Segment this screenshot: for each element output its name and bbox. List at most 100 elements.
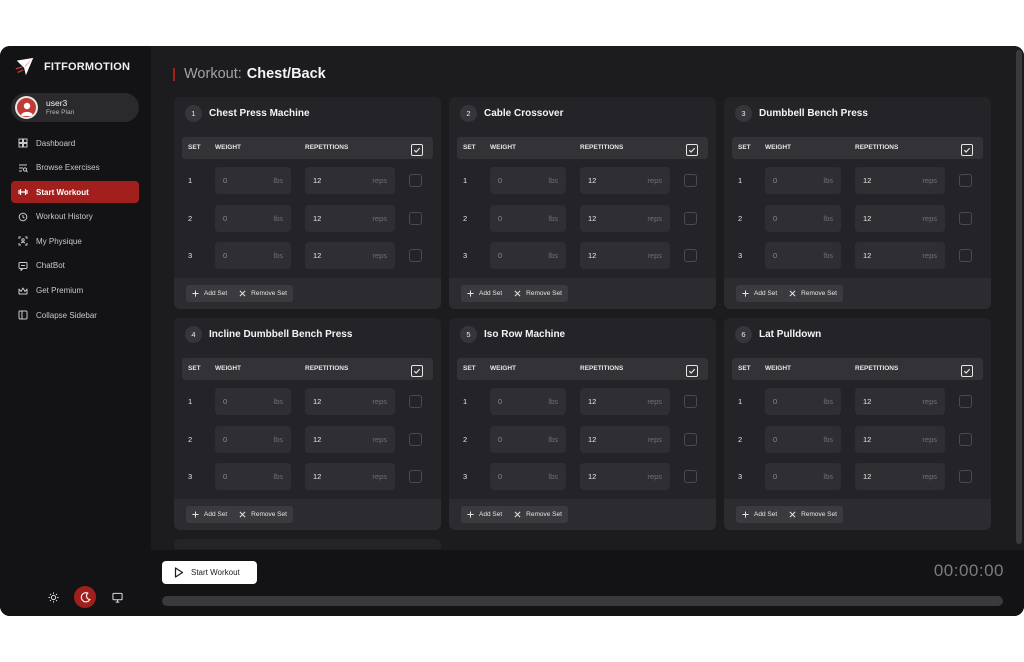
sidebar-item-collapse-sidebar[interactable]: Collapse Sidebar <box>11 304 139 326</box>
reps-input[interactable]: 12 reps <box>855 205 945 232</box>
weight-input[interactable]: 0 lbs <box>765 205 841 232</box>
brand-logo[interactable]: FITFORMOTION <box>14 56 130 78</box>
weight-value: 0 <box>498 176 503 185</box>
weight-input[interactable]: 0 lbs <box>765 167 841 194</box>
set-complete-checkbox[interactable] <box>409 433 422 446</box>
reps-input[interactable]: 12 reps <box>305 426 395 453</box>
weight-unit: lbs <box>548 397 558 406</box>
weight-input[interactable]: 0 lbs <box>765 388 841 415</box>
set-complete-checkbox[interactable] <box>684 395 697 408</box>
reps-input[interactable]: 12 reps <box>580 426 670 453</box>
add-set-button[interactable]: Add Set <box>192 290 227 297</box>
sidebar-item-chatbot[interactable]: ChatBot <box>11 255 139 277</box>
complete-all-checkbox[interactable] <box>686 144 698 156</box>
set-complete-checkbox[interactable] <box>684 470 697 483</box>
weight-input[interactable]: 0 lbs <box>490 388 566 415</box>
reps-input[interactable]: 12 reps <box>580 205 670 232</box>
remove-set-button[interactable]: Remove Set <box>514 290 562 297</box>
reps-input[interactable]: 12 reps <box>305 167 395 194</box>
remove-set-button[interactable]: Remove Set <box>514 511 562 518</box>
reps-input[interactable]: 12 reps <box>580 242 670 269</box>
set-complete-checkbox[interactable] <box>959 433 972 446</box>
reps-input[interactable]: 12 reps <box>305 242 395 269</box>
weight-input[interactable]: 0 lbs <box>215 167 291 194</box>
weight-unit: lbs <box>548 435 558 444</box>
weight-input[interactable]: 0 lbs <box>215 426 291 453</box>
scrollbar[interactable] <box>1014 46 1024 550</box>
remove-set-button[interactable]: Remove Set <box>789 290 837 297</box>
reps-unit: reps <box>647 397 662 406</box>
remove-set-button[interactable]: Remove Set <box>239 290 287 297</box>
sidebar-item-dashboard[interactable]: Dashboard <box>11 132 139 154</box>
weight-input[interactable]: 0 lbs <box>765 463 841 490</box>
sidebar-item-start-workout[interactable]: Start Workout <box>11 181 139 204</box>
complete-all-checkbox[interactable] <box>961 144 973 156</box>
set-complete-checkbox[interactable] <box>959 395 972 408</box>
add-set-button[interactable]: Add Set <box>192 511 227 518</box>
sidebar-item-workout-history[interactable]: Workout History <box>11 206 139 228</box>
set-number: 2 <box>738 214 743 223</box>
light-theme-button[interactable] <box>42 586 64 608</box>
add-set-button[interactable]: Add Set <box>467 511 502 518</box>
reps-input[interactable]: 12 reps <box>305 205 395 232</box>
set-complete-checkbox[interactable] <box>959 174 972 187</box>
add-set-button[interactable]: Add Set <box>742 290 777 297</box>
weight-unit: lbs <box>823 435 833 444</box>
weight-input[interactable]: 0 lbs <box>765 426 841 453</box>
sidebar-item-browse-exercises[interactable]: Browse Exercises <box>11 157 139 179</box>
set-complete-checkbox[interactable] <box>959 249 972 262</box>
system-theme-button[interactable] <box>106 586 128 608</box>
set-complete-checkbox[interactable] <box>409 212 422 225</box>
reps-input[interactable]: 12 reps <box>305 463 395 490</box>
set-complete-checkbox[interactable] <box>409 395 422 408</box>
user-card[interactable]: user3 Free Plan <box>11 93 139 122</box>
set-row: 2 0 lbs 12 reps <box>182 426 433 453</box>
reps-input[interactable]: 12 reps <box>305 388 395 415</box>
weight-input[interactable]: 0 lbs <box>490 463 566 490</box>
weight-input[interactable]: 0 lbs <box>215 205 291 232</box>
set-complete-checkbox[interactable] <box>684 212 697 225</box>
exercise-name: Chest Press Machine <box>209 108 310 119</box>
weight-unit: lbs <box>823 214 833 223</box>
set-complete-checkbox[interactable] <box>684 249 697 262</box>
reps-input[interactable]: 12 reps <box>855 388 945 415</box>
reps-input[interactable]: 12 reps <box>580 388 670 415</box>
weight-input[interactable]: 0 lbs <box>490 426 566 453</box>
sets-table-header: SET WEIGHT REPETITIONS <box>182 137 433 159</box>
complete-all-checkbox[interactable] <box>686 365 698 377</box>
reps-input[interactable]: 12 reps <box>855 426 945 453</box>
start-workout-button[interactable]: Start Workout <box>162 561 257 584</box>
remove-set-button[interactable]: Remove Set <box>239 511 287 518</box>
set-complete-checkbox[interactable] <box>684 433 697 446</box>
weight-input[interactable]: 0 lbs <box>215 388 291 415</box>
reps-input[interactable]: 12 reps <box>855 167 945 194</box>
sidebar-item-get-premium[interactable]: Get Premium <box>11 280 139 302</box>
remove-set-button[interactable]: Remove Set <box>789 511 837 518</box>
weight-input[interactable]: 0 lbs <box>215 242 291 269</box>
weight-input[interactable]: 0 lbs <box>490 242 566 269</box>
reps-input[interactable]: 12 reps <box>855 463 945 490</box>
sidebar-item-label: Workout History <box>36 212 93 222</box>
set-complete-checkbox[interactable] <box>409 174 422 187</box>
weight-unit: lbs <box>273 251 283 260</box>
set-complete-checkbox[interactable] <box>684 174 697 187</box>
add-set-button[interactable]: Add Set <box>467 290 502 297</box>
weight-input[interactable]: 0 lbs <box>765 242 841 269</box>
reps-input[interactable]: 12 reps <box>580 463 670 490</box>
dark-theme-button[interactable] <box>74 586 96 608</box>
set-complete-checkbox[interactable] <box>959 212 972 225</box>
set-complete-checkbox[interactable] <box>959 470 972 483</box>
sidebar-item-my-physique[interactable]: My Physique <box>11 230 139 252</box>
reps-input[interactable]: 12 reps <box>855 242 945 269</box>
complete-all-checkbox[interactable] <box>411 365 423 377</box>
complete-all-checkbox[interactable] <box>961 365 973 377</box>
add-set-button[interactable]: Add Set <box>742 511 777 518</box>
scrollbar-thumb[interactable] <box>1016 50 1022 544</box>
reps-input[interactable]: 12 reps <box>580 167 670 194</box>
weight-input[interactable]: 0 lbs <box>490 205 566 232</box>
set-complete-checkbox[interactable] <box>409 249 422 262</box>
weight-input[interactable]: 0 lbs <box>215 463 291 490</box>
complete-all-checkbox[interactable] <box>411 144 423 156</box>
weight-input[interactable]: 0 lbs <box>490 167 566 194</box>
set-complete-checkbox[interactable] <box>409 470 422 483</box>
